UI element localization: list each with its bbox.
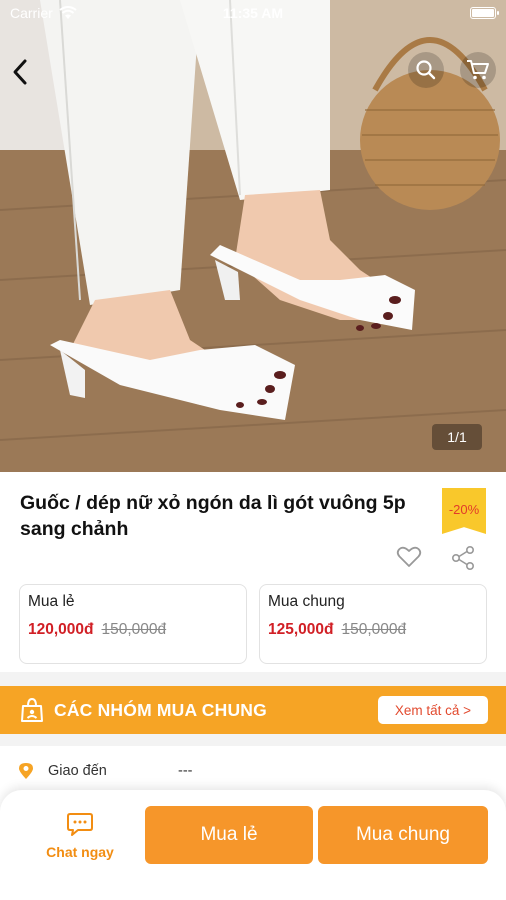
product-title: Guốc / dép nữ xỏ ngón da lì gót vuông 5p…: [20, 492, 406, 540]
group-price-original: 150,000đ: [341, 621, 407, 638]
product-image[interactable]: Carrier 11:35 AM 1/1: [0, 0, 506, 472]
see-all-button[interactable]: Xem tất cả >: [378, 696, 488, 724]
cart-button[interactable]: [460, 52, 496, 88]
search-icon: [416, 60, 436, 80]
group-buy-banner: CÁC NHÓM MUA CHUNG Xem tất cả >: [0, 686, 506, 734]
chat-label: Chat ngay: [46, 844, 114, 860]
discount-badge: -20%: [442, 488, 486, 534]
group-bag-icon: [21, 697, 43, 722]
section-divider: [0, 734, 506, 746]
single-price-label: Mua lẻ: [28, 593, 75, 610]
single-price-current: 120,000đ: [28, 621, 94, 638]
share-icon: [451, 545, 474, 570]
buy-single-button[interactable]: Mua lẻ: [145, 806, 313, 864]
bottom-action-bar: Chat ngay Mua lẻ Mua chung: [0, 790, 506, 900]
shipping-value: ---: [178, 763, 193, 779]
shipping-label: Giao đến: [48, 763, 107, 779]
chat-bubble-icon: [67, 813, 93, 836]
status-time: 11:35 AM: [222, 5, 284, 21]
back-arrow-icon: [13, 59, 27, 85]
battery-icon: [470, 7, 499, 19]
shipping-row[interactable]: Giao đến ---: [0, 746, 506, 796]
chat-button[interactable]: Chat ngay: [30, 806, 130, 866]
search-button[interactable]: [408, 52, 444, 88]
buy-group-button[interactable]: Mua chung: [318, 806, 488, 864]
status-bar: Carrier 11:35 AM: [0, 0, 506, 26]
group-price-card: Mua chung 125,000đ 150,000đ: [259, 584, 487, 664]
group-price-current: 125,000đ: [268, 621, 334, 638]
heart-icon: [396, 546, 422, 567]
back-button[interactable]: [6, 54, 34, 90]
single-price-original: 150,000đ: [101, 621, 167, 638]
image-counter: 1/1: [432, 424, 482, 450]
cart-icon: [467, 60, 489, 80]
share-button[interactable]: [450, 545, 476, 576]
group-price-label: Mua chung: [268, 593, 345, 610]
group-section-title: CÁC NHÓM MUA CHUNG: [54, 699, 267, 720]
single-price-card: Mua lẻ 120,000đ 150,000đ: [19, 584, 247, 664]
location-pin-icon: [19, 763, 33, 779]
section-divider: [0, 672, 506, 686]
favorite-button[interactable]: [396, 545, 422, 574]
